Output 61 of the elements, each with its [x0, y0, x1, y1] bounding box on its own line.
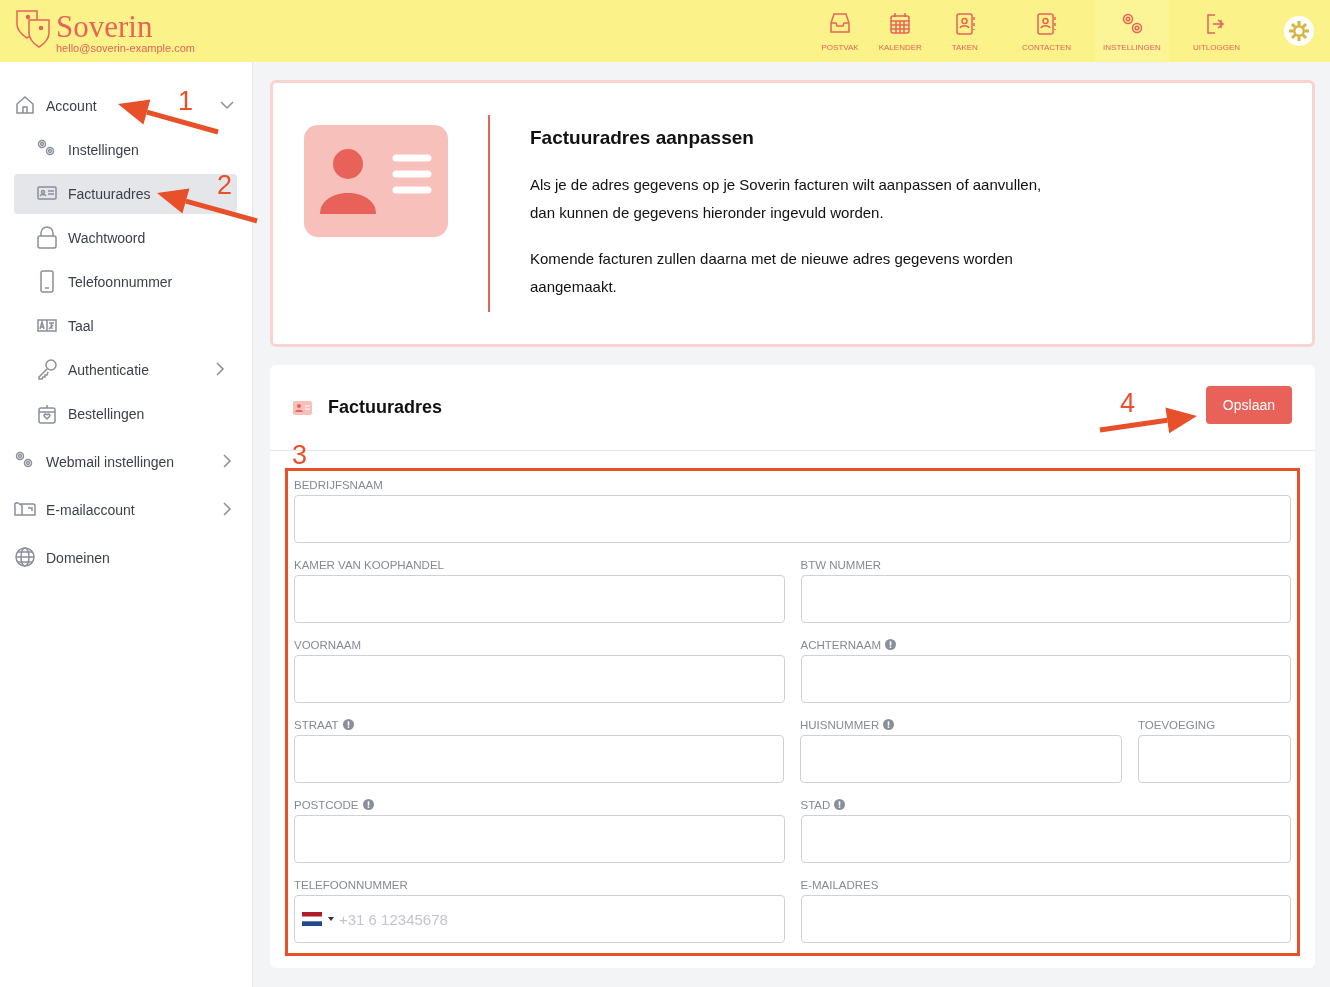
info-icon: [883, 719, 895, 730]
contact-card-icon: [320, 146, 432, 216]
id-card-icon: [293, 400, 312, 415]
input-field[interactable]: [800, 735, 1122, 783]
gift-box-icon: [36, 402, 58, 426]
sun-icon: [1288, 20, 1310, 42]
sidebar-item[interactable]: Taal: [14, 306, 237, 346]
annotation-number: 3: [292, 440, 308, 470]
field-label: TELEFOONNUMMER: [294, 878, 408, 891]
form-title: Factuuradres: [328, 397, 443, 418]
input-field[interactable]: [294, 655, 785, 703]
account-email: hello@soverin-example.com: [56, 42, 195, 54]
annotation-number: 1: [178, 86, 194, 116]
sidebar-item[interactable]: Telefoonnummer: [14, 262, 237, 302]
input-field[interactable]: [1138, 735, 1291, 783]
input-field[interactable]: [800, 575, 1291, 623]
info-icon: [885, 639, 896, 650]
flag-icon: [302, 912, 322, 926]
padlock-icon: [36, 226, 58, 250]
info-icon: [362, 799, 374, 810]
sidebar-item[interactable]: E-mailaccount: [8, 486, 244, 534]
field-label: STRAAT: [294, 718, 339, 731]
input-field[interactable]: [294, 495, 1291, 543]
input-field[interactable]: [800, 895, 1291, 943]
input-field[interactable]: [294, 735, 784, 783]
field-label: KAMER VAN KOOPHANDEL: [294, 558, 444, 571]
info-icon: [342, 719, 354, 730]
field-label: TOEVOEGING: [1138, 718, 1216, 731]
chevron-right-icon: [220, 453, 234, 468]
sidebar-item[interactable]: Wachtwoord: [14, 218, 237, 258]
sidebar-item[interactable]: Webmail instellingen: [8, 438, 244, 486]
field-label: BEDRIJFSNAAM: [294, 478, 383, 491]
phone-field[interactable]: +31 6 12345678: [294, 895, 785, 943]
field-label: POSTCODE: [294, 798, 359, 811]
field-label: ACHTERNAAM: [800, 638, 881, 651]
shield-logo-icon: [14, 8, 52, 48]
intro-title: Factuuradres aanpassen: [530, 127, 755, 149]
field-label: VOORNAAM: [294, 638, 362, 651]
annotation-number: 4: [1120, 388, 1136, 418]
sidebar-item[interactable]: Domeinen: [8, 534, 244, 582]
sidebar-item[interactable]: Bestellingen: [14, 394, 237, 434]
chevron-right-icon: [213, 361, 227, 376]
theme-toggle[interactable]: [1284, 16, 1314, 46]
field-label: STAD: [800, 798, 831, 811]
input-field[interactable]: [800, 815, 1291, 863]
field-label: HUISNUMMER: [800, 718, 880, 731]
sidebar-item[interactable]: Authenticatie: [14, 350, 237, 390]
field-label: E-MAILADRES: [800, 878, 879, 891]
globe-icon: [14, 546, 36, 570]
sidebar-item[interactable]: Instellingen: [14, 130, 237, 170]
key-icon: [36, 358, 58, 382]
intro-paragraph: Komende facturen zullen daarna met de nieuwe adres gegevens worden aangemaakt.: [530, 249, 1014, 297]
chevron-right-icon: [220, 501, 234, 516]
caret-icon: [328, 917, 334, 921]
input-field[interactable]: [294, 815, 785, 863]
input-field[interactable]: [294, 575, 785, 623]
intro-paragraph: Als je de adres gegevens op je Soverin facturen wilt aanpassen of aanvullen, dan kunnen de gegevens hieronder ingevuld worden.: [530, 175, 1043, 223]
input-field[interactable]: [800, 655, 1291, 703]
info-icon: [834, 799, 846, 810]
logo-text: Soverin: [56, 12, 154, 42]
field-label: BTW NUMMER: [800, 558, 881, 571]
